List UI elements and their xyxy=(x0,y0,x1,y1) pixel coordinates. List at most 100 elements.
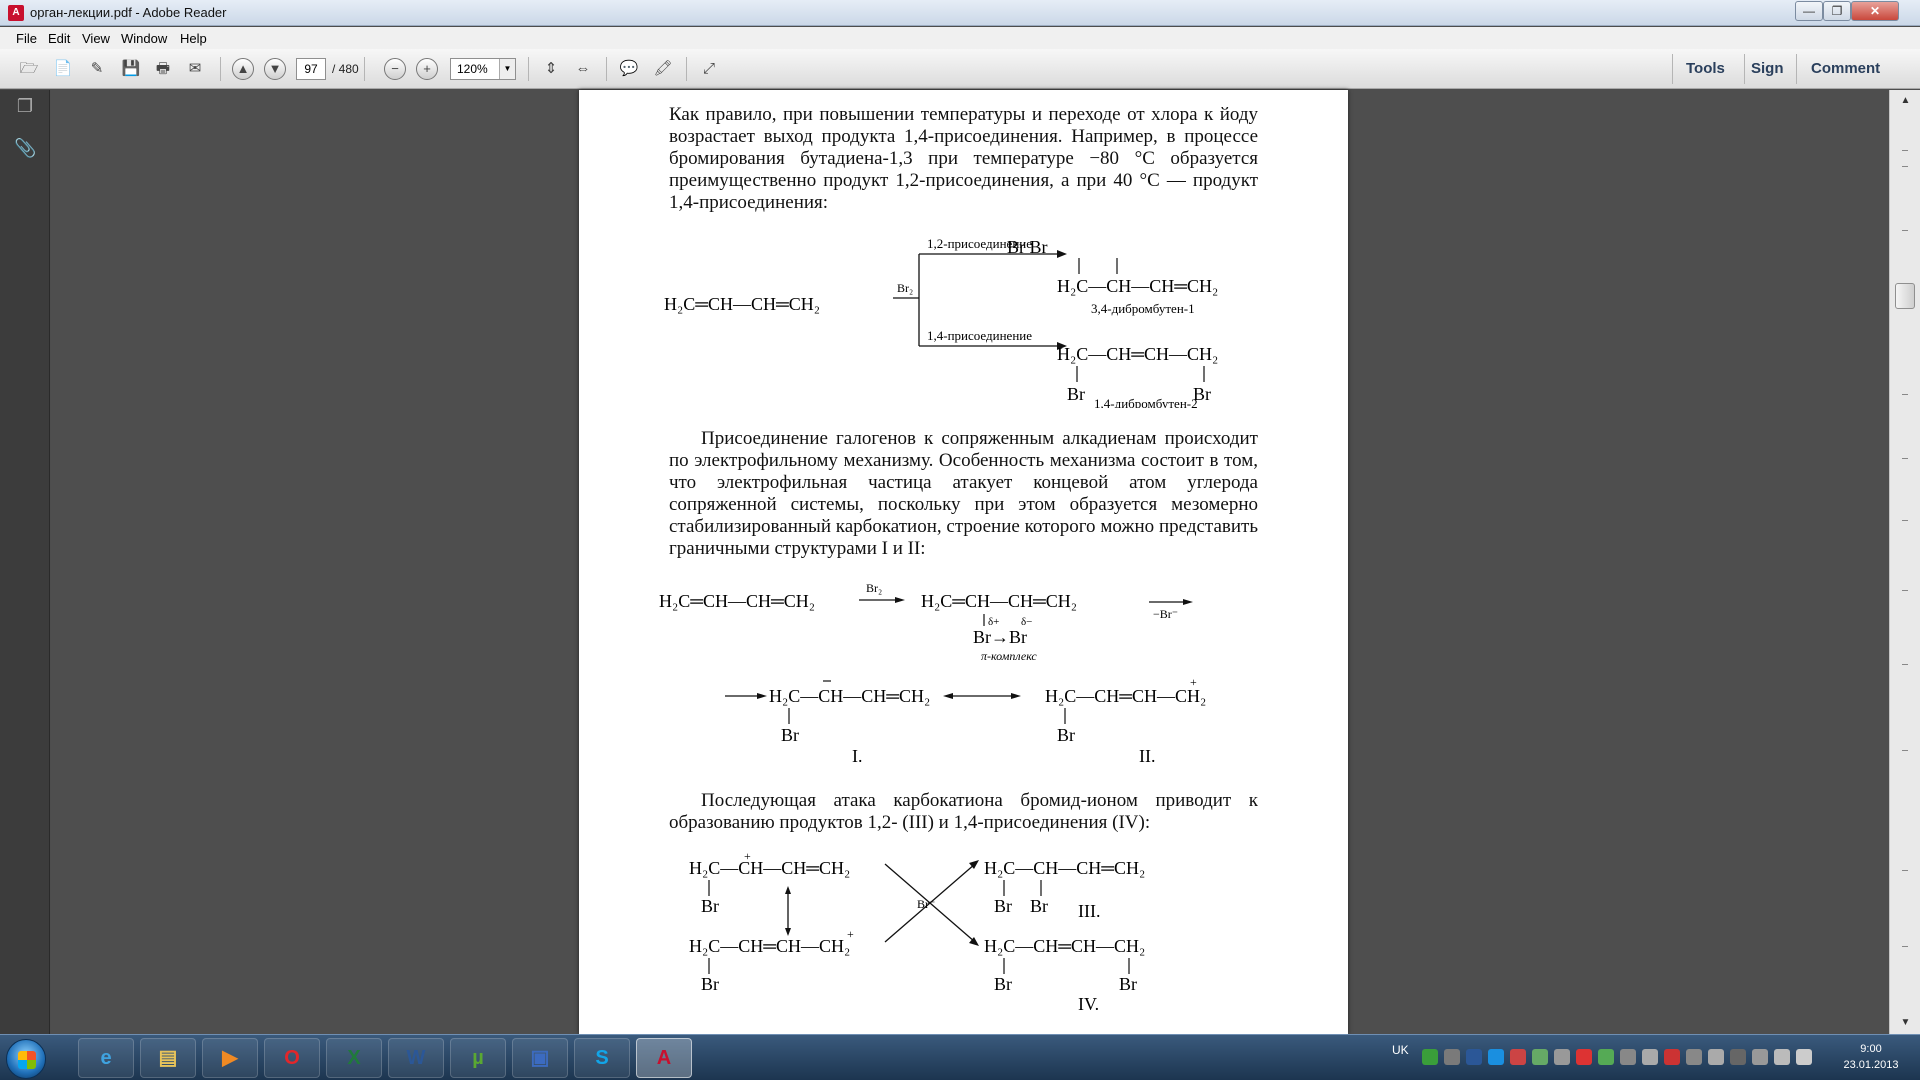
create-pdf-icon[interactable]: 📄 xyxy=(50,57,76,81)
clock-time: 9:00 xyxy=(1860,1043,1882,1055)
menu-bar: File Edit View Window Help xyxy=(0,27,1920,49)
tray-flag-icon[interactable] xyxy=(1752,1049,1768,1065)
navigation-pane: ❐ 📎 xyxy=(0,90,50,1034)
scheme-products: + H₂C—CH—CH═CH₂ Br H₂C—CH═CH—CH₂ + Br Br… xyxy=(689,849,1289,1034)
taskbar-save-icon[interactable]: ▣ xyxy=(512,1038,568,1078)
scheme3-product4-br1: Br xyxy=(994,974,1012,994)
tray-network-icon[interactable] xyxy=(1598,1049,1614,1065)
tray-bluetooth-icon[interactable] xyxy=(1708,1049,1724,1065)
open-icon[interactable]: 🗁 xyxy=(16,57,42,81)
taskbar-ie-icon[interactable]: e xyxy=(78,1038,134,1078)
tray-antivirus-icon[interactable] xyxy=(1576,1049,1592,1065)
clock-date: 23.01.2013 xyxy=(1843,1059,1899,1071)
page-up-icon[interactable]: ▲ xyxy=(232,58,254,80)
menu-window[interactable]: Window xyxy=(121,31,167,46)
menu-file[interactable]: File xyxy=(16,31,37,46)
comment-button[interactable]: Comment xyxy=(1811,60,1880,77)
scheme3-cation-top: H₂C—CH—CH═CH₂ xyxy=(689,858,850,878)
scheme2-structure2: H₂C—CH═CH—CH₂ xyxy=(1045,686,1206,706)
scheme2-structure1-label: I. xyxy=(852,746,863,766)
minimize-button[interactable]: — xyxy=(1795,1,1823,21)
taskbar-adobe-reader-icon[interactable]: A xyxy=(636,1038,692,1078)
tray-torrent-icon[interactable] xyxy=(1532,1049,1548,1065)
vertical-scrollbar[interactable]: ▲ ▼ xyxy=(1889,90,1920,1034)
scheme3-product3-label: III. xyxy=(1078,901,1100,921)
svg-text:+: + xyxy=(847,927,854,941)
tray-flash-icon[interactable] xyxy=(1510,1049,1526,1065)
scheme1-reactant: H₂C═CH—CH═CH₂ xyxy=(664,294,820,314)
taskbar-skype-icon[interactable]: S xyxy=(574,1038,630,1078)
taskbar-word-icon[interactable]: W xyxy=(388,1038,444,1078)
page-thumbnails-icon[interactable]: ❐ xyxy=(14,96,36,118)
scrollbar-thumb[interactable] xyxy=(1895,283,1915,309)
taskbar: e ▤ ▶ O X Wµ ▣ S A UK 9:00 23.01.2013 xyxy=(0,1034,1920,1080)
maximize-button[interactable]: ❐ xyxy=(1823,1,1851,21)
tools-button[interactable]: Tools xyxy=(1686,60,1725,77)
scheme2-pi-br: Br→Br xyxy=(973,627,1027,647)
page-down-icon[interactable]: ▼ xyxy=(264,58,286,80)
taskbar-explorer-icon[interactable]: ▤ xyxy=(140,1038,196,1078)
scheme1-reagent: Br₂ xyxy=(897,281,913,295)
start-button[interactable] xyxy=(6,1039,46,1079)
scheme1-product1-name: 3,4-дибромбутен-1 xyxy=(1091,301,1195,316)
tray-skype-icon[interactable] xyxy=(1488,1049,1504,1065)
comment-icon[interactable]: 💬 xyxy=(616,57,642,81)
toolbar-separator xyxy=(364,57,365,81)
zoom-value: 120% xyxy=(457,62,488,76)
scheme3-product4-br2: Br xyxy=(1119,974,1137,994)
expand-icon[interactable]: ⤢ xyxy=(696,57,722,81)
taskbar-opera-icon[interactable]: O xyxy=(264,1038,320,1078)
toolbar-separator xyxy=(1744,54,1745,84)
pdf-page: Как правило, при повышении температуры и… xyxy=(579,90,1348,1034)
toolbar-separator xyxy=(686,57,687,81)
menu-help[interactable]: Help xyxy=(180,31,207,46)
page-number-input[interactable]: 97 xyxy=(296,58,326,80)
scheme1-path2-label: 1,4-присоединение xyxy=(927,328,1032,343)
save-icon[interactable]: 💾 xyxy=(118,57,144,81)
tray-vk-icon[interactable] xyxy=(1466,1049,1482,1065)
scheme-mechanism: H₂C═CH—CH═CH₂ Br₂ H₂C═CH—CH═CH₂ δ+ δ− Br… xyxy=(659,580,1299,770)
menu-view[interactable]: View xyxy=(82,31,110,46)
taskbar-excel-icon[interactable]: X xyxy=(326,1038,382,1078)
toolbar-separator xyxy=(528,57,529,81)
scroll-down-icon[interactable]: ▼ xyxy=(1897,1014,1914,1031)
tray-app-icon[interactable] xyxy=(1444,1049,1460,1065)
title-bar: A орган-лекции.pdf - Adobe Reader — ❐ ✕ xyxy=(0,0,1920,26)
zoom-out-icon[interactable]: − xyxy=(384,58,406,80)
tray-clipboard-icon[interactable] xyxy=(1730,1049,1746,1065)
scheme-mechanism-drawing: H₂C═CH—CH═CH₂ Br₂ H₂C═CH—CH═CH₂ δ+ δ− Br… xyxy=(659,581,1206,766)
close-button[interactable]: ✕ xyxy=(1851,1,1899,21)
tray-signal-icon[interactable] xyxy=(1774,1049,1790,1065)
fit-width-icon[interactable]: ⇔ xyxy=(570,57,596,81)
print-icon[interactable]: 🖶 xyxy=(150,57,176,81)
tray-monitor-icon[interactable] xyxy=(1554,1049,1570,1065)
chevron-down-icon[interactable]: ▼ xyxy=(499,59,515,79)
scroll-up-icon[interactable]: ▲ xyxy=(1897,92,1914,109)
tray-update-icon[interactable] xyxy=(1664,1049,1680,1065)
toolbar-separator xyxy=(606,57,607,81)
taskbar-clock[interactable]: 9:00 23.01.2013 xyxy=(1836,1041,1906,1073)
edit-icon[interactable]: ✎ xyxy=(84,57,110,81)
scheme2-structure1: H₂C—CH—CH═CH₂ xyxy=(769,686,930,706)
scheme1-product2-br-left: Br xyxy=(1067,384,1085,404)
scheme3-cation-bottom: H₂C—CH═CH—CH₂ xyxy=(689,936,850,956)
tray-display-icon[interactable] xyxy=(1642,1049,1658,1065)
tray-settings-icon[interactable] xyxy=(1686,1049,1702,1065)
zoom-in-icon[interactable]: + xyxy=(416,58,438,80)
sign-button[interactable]: Sign xyxy=(1751,60,1784,77)
tray-keyboard-icon[interactable] xyxy=(1620,1049,1636,1065)
fit-page-icon[interactable]: ⇕ xyxy=(538,57,564,81)
zoom-select[interactable]: 120% ▼ xyxy=(450,58,516,80)
tray-chrome-icon[interactable] xyxy=(1422,1049,1438,1065)
menu-edit[interactable]: Edit xyxy=(48,31,70,46)
scheme2-structure2-br: Br xyxy=(1057,725,1075,745)
taskbar-utorrent-icon[interactable]: µ xyxy=(450,1038,506,1078)
attachments-icon[interactable]: 📎 xyxy=(14,138,36,160)
taskbar-media-player-icon[interactable]: ▶ xyxy=(202,1038,258,1078)
scheme1-product2: H₂C—CH═CH—CH₂ xyxy=(1057,344,1218,364)
language-indicator[interactable]: UK xyxy=(1392,1043,1409,1057)
email-icon[interactable]: ✉ xyxy=(182,57,208,81)
highlight-icon[interactable]: 🖍 xyxy=(650,57,676,81)
volume-icon[interactable] xyxy=(1796,1049,1812,1065)
scheme1-product1-br: Br Br xyxy=(1007,237,1048,257)
